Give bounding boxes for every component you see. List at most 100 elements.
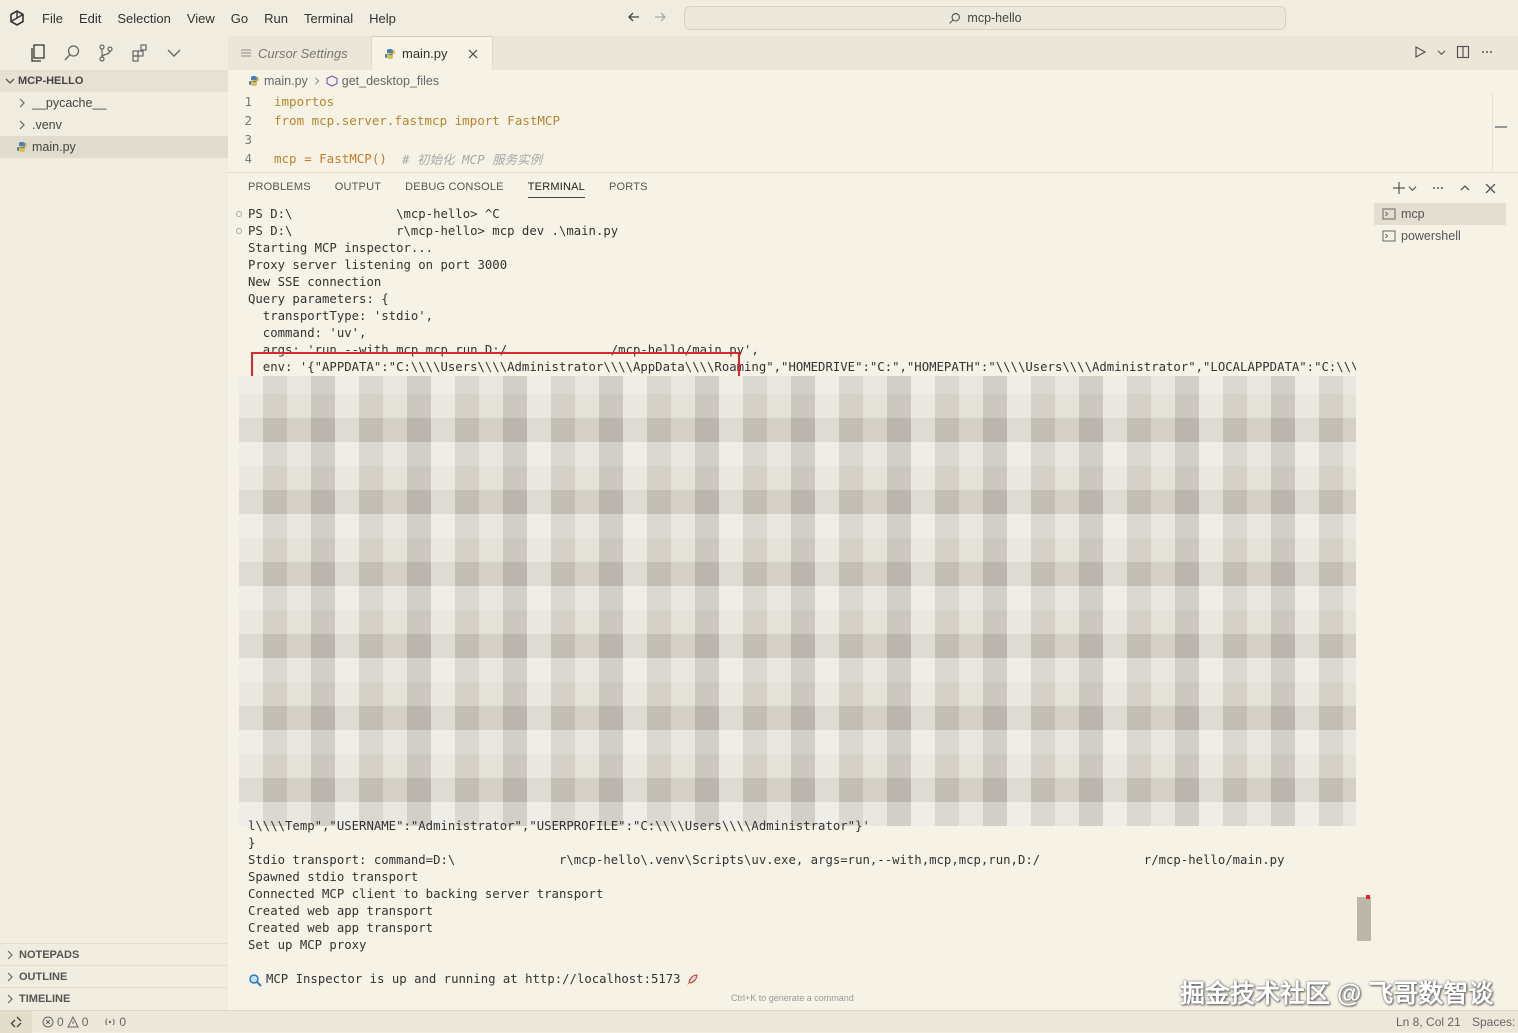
editor-tab-bar: Cursor Settings main.py <box>228 36 1518 70</box>
indentation[interactable]: Spaces: 4 <box>1472 1015 1518 1029</box>
search-view-icon[interactable] <box>62 43 82 63</box>
terminal-line: PS D:\ r\mcp-hello> mcp dev .\main.py <box>248 224 619 238</box>
terminal-instance-label: mcp <box>1401 207 1425 221</box>
chevron-right-icon <box>4 971 16 983</box>
python-file-icon <box>384 48 396 60</box>
code-text: mcp.server.fastmcp import FastMCP <box>304 113 560 128</box>
cursor-position[interactable]: Ln 8, Col 21 <box>1396 1015 1461 1029</box>
tab-main-py[interactable]: main.py <box>372 36 493 70</box>
more-actions-icon[interactable] <box>1480 45 1494 59</box>
chevron-right-icon <box>4 949 16 961</box>
tree-file-main-py[interactable]: main.py <box>0 136 228 158</box>
split-editor-icon[interactable] <box>1456 45 1470 59</box>
terminal-instance-powershell[interactable]: powershell <box>1374 225 1506 247</box>
explorer-header[interactable]: MCP-HELLO <box>0 70 228 92</box>
command-decoration <box>236 211 242 217</box>
problems-indicator[interactable]: 0 0 <box>42 1015 88 1029</box>
menu-terminal[interactable]: Terminal <box>296 11 361 26</box>
extensions-icon[interactable] <box>130 43 150 63</box>
tab-label: Cursor Settings <box>258 45 348 61</box>
menu-selection[interactable]: Selection <box>109 11 178 26</box>
menu-bar: File Edit Selection View Go Run Terminal Help <box>34 11 404 26</box>
chevron-down-icon[interactable] <box>1437 48 1446 57</box>
python-file-icon <box>248 75 260 87</box>
plus-icon <box>1392 181 1406 195</box>
panel-actions <box>1392 181 1496 195</box>
tab-cursor-settings[interactable]: Cursor Settings <box>228 36 372 70</box>
tab-output[interactable]: OUTPUT <box>335 181 381 198</box>
terminal-scrollbar[interactable] <box>1357 897 1371 941</box>
line-number: 2 <box>244 113 252 128</box>
terminal-list: mcp powershell <box>1374 203 1506 247</box>
section-notepads[interactable]: NOTEPADS <box>0 943 228 965</box>
minimap[interactable] <box>1492 92 1508 172</box>
menu-run[interactable]: Run <box>256 11 296 26</box>
rocket-emoji-icon <box>685 973 699 987</box>
watermark: 掘金技术社区 @ 飞哥数智谈 <box>1180 980 1494 1008</box>
tree-item-label: .venv <box>32 118 62 132</box>
code-text: = FastMCP() <box>296 151 402 166</box>
tab-debug-console[interactable]: DEBUG CONSOLE <box>405 181 504 198</box>
section-outline[interactable]: OUTLINE <box>0 965 228 987</box>
bottom-panel: PROBLEMS OUTPUT DEBUG CONSOLE TERMINAL P… <box>228 172 1518 1010</box>
tab-label: main.py <box>402 46 448 61</box>
inspector-url-text: MCP Inspector is up and running at http:… <box>266 972 681 986</box>
section-timeline[interactable]: TIMELINE <box>0 987 228 1009</box>
terminal-line: Created web app transport <box>248 921 434 935</box>
chevron-down-icon[interactable] <box>164 43 184 63</box>
terminal-line: transportType: 'stdio', <box>248 309 434 323</box>
chevron-up-icon[interactable] <box>1459 182 1471 194</box>
terminal-output[interactable]: PS D:\ \mcp-hello> ^C PS D:\ r\mcp-hello… <box>228 203 1356 1003</box>
forward-arrow-icon[interactable] <box>652 9 668 25</box>
code-line: 4 mcp = FastMCP() # 初始化 MCP 服务实例 <box>228 149 1518 168</box>
tree-item-label: __pycache__ <box>32 96 107 110</box>
run-icon[interactable] <box>1413 45 1427 59</box>
menu-view[interactable]: View <box>179 11 223 26</box>
chevron-down-icon <box>4 75 16 87</box>
close-icon[interactable] <box>1485 183 1496 194</box>
tree-item-label: main.py <box>32 140 76 154</box>
close-icon[interactable] <box>468 49 478 59</box>
menu-file[interactable]: File <box>34 11 71 26</box>
source-control-icon[interactable] <box>96 43 116 63</box>
section-label: TIMELINE <box>19 992 71 1005</box>
terminal-hint: Ctrl+K to generate a command <box>731 993 854 1003</box>
more-actions-icon[interactable] <box>1431 181 1445 195</box>
symbol-method-icon <box>326 75 338 87</box>
tab-terminal[interactable]: TERMINAL <box>527 181 585 198</box>
tab-ports[interactable]: PORTS <box>609 181 648 198</box>
editor-actions <box>1413 45 1494 59</box>
chevron-right-icon <box>4 993 16 1005</box>
breadcrumb-symbol[interactable]: get_desktop_files <box>342 74 439 88</box>
terminal-line: Starting MCP inspector... <box>248 241 434 255</box>
terminal-line: Set up MCP proxy <box>248 938 367 952</box>
code-editor[interactable]: 1 import os 2 from mcp.server.fastmcp im… <box>228 92 1518 172</box>
tree-folder-venv[interactable]: .venv <box>0 114 228 136</box>
menu-edit[interactable]: Edit <box>71 11 109 26</box>
menu-help[interactable]: Help <box>361 11 404 26</box>
terminal-line: l\\\\Temp","USERNAME":"Administrator","U… <box>248 819 870 833</box>
new-terminal-button[interactable] <box>1392 181 1417 195</box>
line-number: 3 <box>244 132 252 147</box>
terminal-line: New SSE connection <box>248 275 382 289</box>
terminal-instance-mcp[interactable]: mcp <box>1374 203 1506 225</box>
warning-icon <box>66 1015 79 1028</box>
menu-go[interactable]: Go <box>223 11 256 26</box>
scrollbar-marker <box>1366 895 1370 899</box>
remote-icon <box>9 1015 23 1029</box>
line-number: 1 <box>244 94 252 109</box>
tab-problems[interactable]: PROBLEMS <box>248 181 311 198</box>
settings-icon <box>240 47 252 59</box>
remote-indicator[interactable] <box>0 1010 32 1033</box>
code-keyword: import <box>274 94 320 109</box>
explorer-icon[interactable] <box>28 43 48 63</box>
warning-count: 0 <box>81 1014 89 1029</box>
explorer-title: MCP-HELLO <box>18 75 84 87</box>
code-line: 3 <box>228 130 1518 149</box>
ports-indicator[interactable]: 0 <box>104 1015 126 1029</box>
command-center-search[interactable]: mcp-hello <box>684 6 1286 30</box>
breadcrumb-file[interactable]: main.py <box>264 74 308 88</box>
chevron-right-icon <box>312 76 322 86</box>
tree-folder-pycache[interactable]: __pycache__ <box>0 92 228 114</box>
back-arrow-icon[interactable] <box>626 9 642 25</box>
